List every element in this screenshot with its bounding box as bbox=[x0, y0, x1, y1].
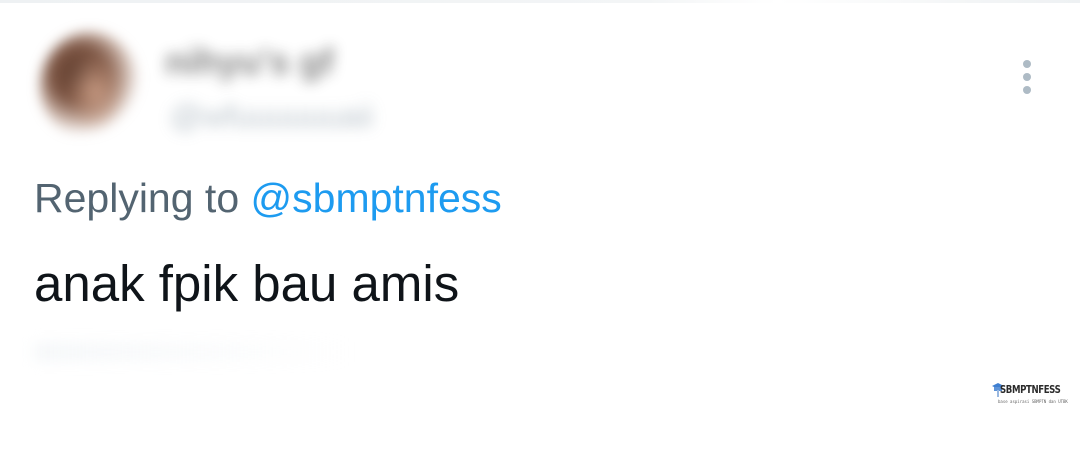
watermark-logo: SBMPTNFESS base aspirasi SBMPTN dan UTBK bbox=[992, 378, 1068, 410]
more-vertical-icon-dot bbox=[1023, 86, 1031, 94]
watermark-tagline: base aspirasi SBMPTN dan UTBK bbox=[998, 399, 1068, 404]
replying-to-label: Replying to bbox=[34, 175, 240, 221]
tweet-text: anak fpik bau amis bbox=[34, 255, 460, 312]
more-vertical-icon-dot bbox=[1023, 73, 1031, 81]
more-vertical-icon bbox=[1023, 60, 1031, 68]
author-name[interactable]: nihyu's gf bbox=[165, 42, 445, 82]
avatar[interactable] bbox=[40, 32, 140, 140]
author-handle[interactable]: @wfuuuuuuaii bbox=[170, 98, 445, 134]
blurred-metadata-row bbox=[34, 342, 354, 362]
replying-to-line: Replying to @sbmptnfess bbox=[34, 172, 502, 224]
more-options-button[interactable] bbox=[1014, 58, 1040, 98]
tweet-card: nihyu's gf @wfuuuuuuaii Replying to @sbm… bbox=[0, 0, 1080, 452]
watermark-title: SBMPTNFESS bbox=[1000, 383, 1061, 396]
replying-to-handle-link[interactable]: @sbmptnfess bbox=[251, 175, 502, 221]
